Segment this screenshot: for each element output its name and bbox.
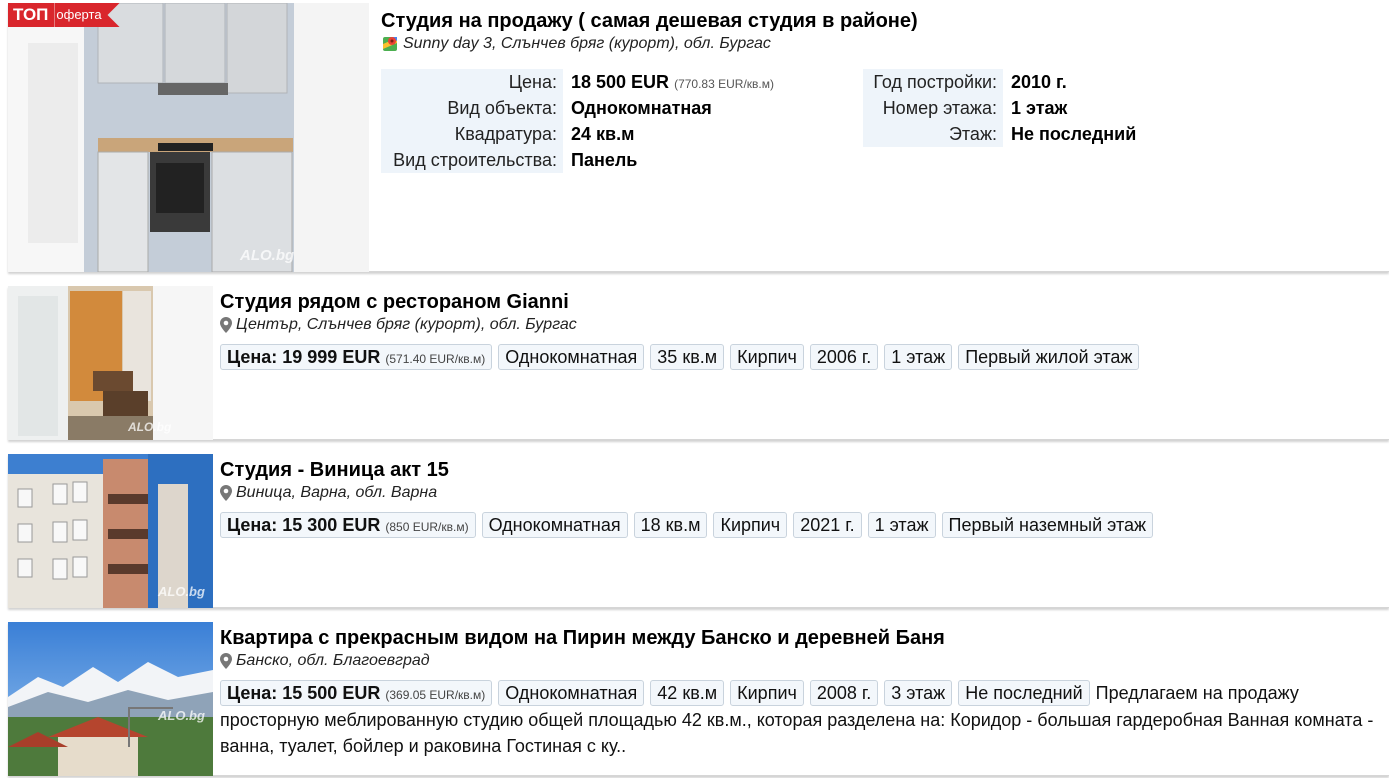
listing-card[interactable]: ALO.bg Студия - Виница акт 15 Виница, Ва…	[8, 454, 1389, 608]
top-badge-label: ТОП	[8, 3, 55, 27]
top-offer-badge: ТОП оферта	[8, 3, 120, 27]
tag-floor: 3 этаж	[884, 680, 953, 706]
location-text: Банско, обл. Благоевград	[236, 652, 430, 669]
listing-tags: Цена: 15 300 EUR (850 EUR/кв.м) Однокомн…	[220, 512, 1380, 538]
params-table-left: Цена: 18 500 EUR (770.83 EUR/кв.м) Вид о…	[381, 69, 774, 173]
tag-year: 2008 г.	[809, 680, 879, 706]
tag-area: 42 кв.м	[650, 680, 725, 706]
tag-floor: 1 этаж	[884, 344, 953, 370]
price-tag: Цена: 15 500 EUR (369.05 EUR/кв.м)	[220, 680, 493, 706]
param-row: Номер этажа: 1 этаж	[863, 95, 1136, 121]
watermark: ALO.bg	[158, 584, 205, 599]
param-row: Год постройки: 2010 г.	[863, 69, 1136, 95]
price-tag: Цена: 19 999 EUR (571.40 EUR/кв.м)	[220, 344, 493, 370]
tag-construction: Кирпич	[730, 680, 804, 706]
location-text: Център, Слънчев бряг (курорт), обл. Бург…	[236, 316, 577, 333]
listing-card[interactable]: ALO.bg Квартира с прекрасным видом на Пи…	[8, 622, 1389, 776]
param-row: Квадратура: 24 кв.м	[381, 121, 774, 147]
map-pin-icon	[220, 317, 232, 333]
listing-location: Виница, Варна, обл. Варна	[220, 482, 1380, 504]
param-row: Вид строительства: Панель	[381, 147, 774, 173]
listing-description: просторную меблированную студию общей пл…	[220, 710, 1374, 756]
param-value: Панель	[571, 150, 638, 170]
tag-floor-type: Первый наземный этаж	[941, 512, 1154, 538]
tag-type: Однокомнатная	[498, 344, 645, 370]
param-label: Вид объекта:	[381, 95, 563, 121]
param-label: Этаж:	[863, 121, 1003, 147]
param-label: Квадратура:	[381, 121, 563, 147]
listing-location: Sunny day 3, Слънчев бряг (курорт), обл.…	[381, 33, 1381, 55]
listing-tags: Цена: 15 500 EUR (369.05 EUR/кв.м) Однок…	[220, 680, 1385, 706]
listing-photo[interactable]: ALO.bg	[8, 286, 213, 440]
param-label: Вид строительства:	[381, 147, 563, 173]
listing-title[interactable]: Квартира с прекрасным видом на Пирин меж…	[220, 626, 1385, 650]
listing-location: Банско, обл. Благоевград	[220, 650, 1385, 672]
tag-type: Однокомнатная	[498, 680, 645, 706]
kitchen-photo	[8, 3, 369, 272]
listing-location: Център, Слънчев бряг (курорт), обл. Бург…	[220, 314, 1380, 336]
listing-card[interactable]: ALO.bg Студия рядом с рестораном Gianni …	[8, 286, 1389, 440]
param-row: Вид объекта: Однокомнатная	[381, 95, 774, 121]
param-row: Цена: 18 500 EUR (770.83 EUR/кв.м)	[381, 69, 774, 95]
tag-construction: Кирпич	[713, 512, 788, 538]
tag-floor-type: Не последний	[958, 680, 1090, 706]
description-start: Предлагаем на продажу	[1095, 683, 1299, 703]
google-maps-icon[interactable]	[381, 35, 399, 53]
tag-floor: 1 этаж	[867, 512, 936, 538]
listing-title[interactable]: Студия на продажу ( самая дешевая студия…	[381, 9, 1381, 33]
map-pin-icon	[220, 485, 232, 501]
param-value: 24 кв.м	[571, 124, 635, 144]
watermark: ALO.bg	[128, 420, 172, 434]
tag-area: 35 кв.м	[650, 344, 725, 370]
listing-title[interactable]: Студия - Виница акт 15	[220, 458, 1380, 482]
listing-title[interactable]: Студия рядом с рестораном Gianni	[220, 290, 1380, 314]
params-table-right: Год постройки: 2010 г. Номер этажа: 1 эт…	[863, 69, 1136, 147]
offer-badge-label: оферта	[54, 3, 119, 27]
param-value: Не последний	[1011, 124, 1137, 144]
tag-year: 2021 г.	[793, 512, 862, 538]
location-text: Виница, Варна, обл. Варна	[236, 484, 438, 501]
room-photo	[8, 286, 213, 440]
listing-photo[interactable]: ALO.bg	[8, 622, 213, 776]
param-label: Год постройки:	[863, 69, 1003, 95]
listing-card[interactable]: ALO.bg ТОП оферта Студия на продажу ( са…	[8, 3, 1389, 272]
tag-year: 2006 г.	[809, 344, 879, 370]
tag-construction: Кирпич	[730, 344, 804, 370]
param-value: 2010 г.	[1011, 72, 1067, 92]
watermark: ALO.bg	[240, 247, 295, 264]
tag-floor-type: Первый жилой этаж	[958, 344, 1140, 370]
param-row: Этаж: Не последний	[863, 121, 1136, 147]
param-label: Цена:	[381, 69, 563, 95]
listing-photo[interactable]: ALO.bg	[8, 454, 213, 608]
param-value: Однокомнатная	[571, 98, 712, 118]
listing-tags: Цена: 19 999 EUR (571.40 EUR/кв.м) Однок…	[220, 344, 1380, 370]
price-tag: Цена: 15 300 EUR (850 EUR/кв.м)	[220, 512, 476, 538]
param-value: 18 500 EUR (770.83 EUR/кв.м)	[571, 72, 774, 92]
tag-type: Однокомнатная	[481, 512, 628, 538]
watermark: ALO.bg	[158, 708, 205, 723]
param-value: 1 этаж	[1011, 98, 1068, 118]
listing-photo[interactable]: ALO.bg	[8, 3, 369, 272]
param-label: Номер этажа:	[863, 95, 1003, 121]
location-text: Sunny day 3, Слънчев бряг (курорт), обл.…	[403, 35, 771, 52]
mountain-photo	[8, 622, 213, 776]
map-pin-icon	[220, 653, 232, 669]
tag-area: 18 кв.м	[633, 512, 708, 538]
